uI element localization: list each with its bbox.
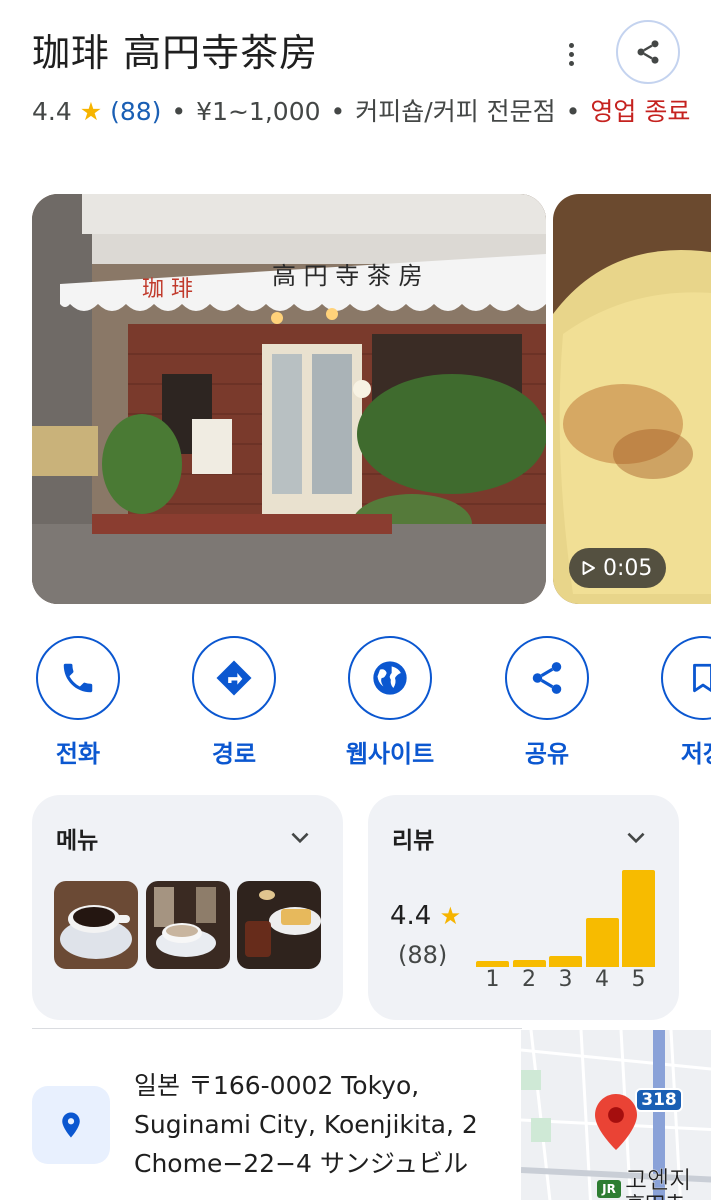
play-icon — [582, 561, 595, 575]
map-pin-icon — [595, 1094, 637, 1150]
menu-photo-coffee[interactable] — [54, 881, 138, 969]
call-action[interactable]: 전화 — [18, 636, 138, 769]
video-duration-badge: 0:05 — [569, 548, 667, 588]
location-pin-icon — [62, 1112, 80, 1138]
address-line-1: 일본 〒166-0002 Tokyo, — [134, 1071, 420, 1100]
chevron-down-icon[interactable] — [287, 825, 313, 851]
map-preview[interactable]: 318 고엔지 JR 高円寺 — [521, 1030, 711, 1200]
rating-bar-label: 5 — [631, 967, 646, 992]
rating-bar-label: 1 — [485, 967, 500, 992]
globe-icon — [373, 661, 407, 695]
status-closed: 영업 종료 — [590, 97, 691, 126]
reviews-count: (88) — [398, 941, 448, 969]
rating-bar-label: 4 — [595, 967, 609, 992]
rating-bar-4 — [585, 918, 619, 967]
website-button[interactable] — [348, 636, 432, 720]
rating-bar-3 — [549, 956, 582, 967]
address-text[interactable]: 일본 〒166-0002 Tokyo, Suginami City, Koenj… — [134, 1066, 514, 1183]
rating-distribution — [476, 865, 656, 967]
more-vert-icon — [568, 42, 574, 48]
share-icon — [532, 662, 562, 694]
share-button-top[interactable] — [616, 20, 680, 84]
save-button[interactable] — [661, 636, 711, 720]
rating-bar-5 — [622, 870, 655, 967]
share-action[interactable]: 공유 — [487, 636, 607, 769]
location-icon-tile — [32, 1086, 110, 1164]
svg-text:珈 琲: 珈 琲 — [142, 277, 193, 302]
price-range: ¥1~1,000 — [196, 97, 321, 126]
share-icon — [637, 40, 659, 64]
share-button[interactable] — [505, 636, 589, 720]
directions-label: 경로 — [211, 740, 257, 768]
save-action[interactable]: 저장 — [643, 636, 711, 769]
website-action[interactable]: 웹사이트 — [330, 636, 450, 769]
reviews-rating: 4.4 ★ — [390, 901, 461, 931]
menu-photo-siphon[interactable] — [146, 881, 230, 969]
bookmark-icon — [693, 663, 711, 693]
directions-button[interactable] — [192, 636, 276, 720]
place-meta: 4.4 ★ (88) • ¥1~1,000 • 커피숍/커피 전문점 • 영업 종료 — [32, 97, 691, 126]
menu-card[interactable]: 메뉴 — [32, 795, 343, 1020]
chevron-down-icon[interactable] — [623, 825, 649, 851]
rating-bar-label: 3 — [558, 967, 573, 992]
star-icon: ★ — [439, 902, 462, 930]
call-button[interactable] — [36, 636, 120, 720]
call-label: 전화 — [55, 740, 101, 768]
reviews-card[interactable]: 리뷰 4.4 ★ (88) 12345 — [368, 795, 679, 1020]
storefront-photo[interactable]: 珈 琲 高 円 寺 茶 房 — [32, 194, 546, 604]
save-label: 저장 — [680, 740, 711, 768]
svg-text:高 円 寺 茶 房: 高 円 寺 茶 房 — [272, 262, 423, 290]
video-duration: 0:05 — [603, 555, 653, 581]
menu-photo-toast[interactable] — [237, 881, 321, 969]
station-sublabel: 高円寺 — [625, 1188, 685, 1200]
category[interactable]: 커피숍/커피 전문점 — [355, 97, 555, 126]
rail-badge: JR — [597, 1180, 621, 1198]
more-options-button[interactable] — [556, 36, 586, 72]
section-divider — [32, 1028, 522, 1029]
directions-icon — [216, 660, 252, 696]
star-icon: ★ — [79, 97, 103, 126]
address-line-3: Chome−22−4 サンジュビル — [134, 1149, 469, 1178]
reviews-card-title: 리뷰 — [392, 828, 435, 854]
reviews-rating-value: 4.4 — [390, 901, 432, 931]
website-label: 웹사이트 — [345, 740, 435, 768]
directions-action[interactable]: 경로 — [174, 636, 294, 769]
food-video-thumbnail[interactable]: 0:05 — [553, 194, 711, 604]
share-label: 공유 — [524, 740, 570, 768]
rating-value: 4.4 — [32, 97, 72, 126]
review-count-link[interactable]: (88) — [110, 97, 161, 126]
route-shield: 318 — [635, 1088, 683, 1112]
place-title: 珈琲 高円寺茶房 — [32, 31, 319, 75]
phone-icon — [63, 663, 93, 693]
menu-card-title: 메뉴 — [56, 828, 99, 854]
rating-bar-2 — [512, 960, 546, 967]
address-line-2: Suginami City, Koenjikita, 2 — [134, 1110, 478, 1139]
rating-bar-label: 2 — [522, 967, 536, 992]
